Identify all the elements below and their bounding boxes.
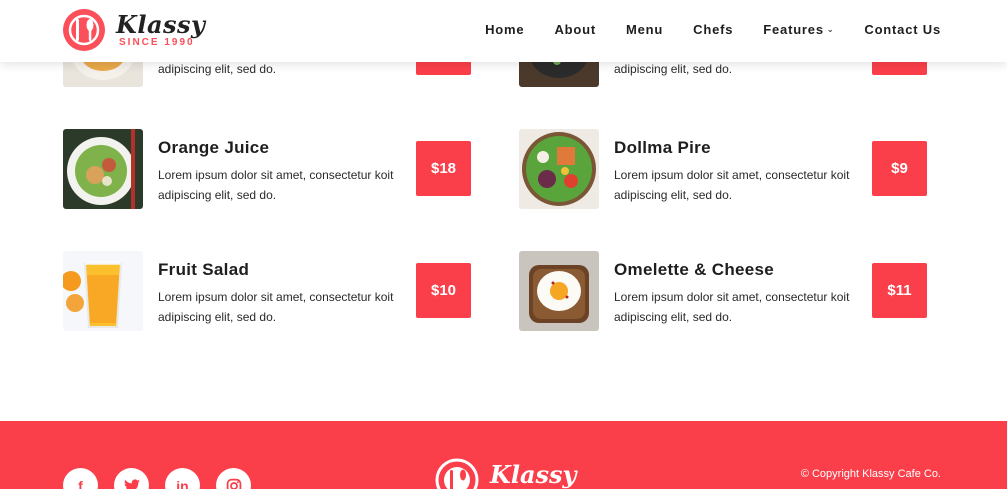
- dish-desc-line: adipiscing elit, sed do.: [158, 188, 277, 202]
- menu-item: Orange Juice Lorem ipsum dolor sit amet,…: [63, 129, 483, 209]
- dish-name: Orange Juice: [158, 138, 270, 157]
- brand-since: SINCE 1990: [119, 37, 195, 48]
- site-footer: f in Klassy © Copyright Klassy Cafe Co.: [0, 421, 1007, 489]
- nav-features-label: Features: [763, 22, 824, 37]
- dish-desc-line: Lorem ipsum dolor sit amet, consectetur …: [158, 168, 394, 182]
- nav-chefs[interactable]: Chefs: [693, 22, 733, 37]
- footer-logo-icon: [435, 458, 479, 489]
- dish-name: Omelette & Cheese: [614, 260, 775, 279]
- site-header: Klassy SINCE 1990 Home About Menu Chefs …: [0, 0, 1007, 62]
- price-badge: $11: [872, 263, 927, 318]
- dish-description: Lorem ipsum dolor sit amet, consectetur …: [614, 287, 854, 327]
- dish-description: Lorem ipsum dolor sit amet, consectetur …: [614, 165, 854, 205]
- menu-item: Omelette & Cheese Lorem ipsum dolor sit …: [519, 251, 939, 331]
- dish-desc-line: Lorem ipsum dolor sit amet, consectetur …: [614, 168, 850, 182]
- dish-image: [63, 251, 143, 331]
- footer-logo[interactable]: Klassy: [435, 458, 595, 489]
- price-badge: $9: [872, 141, 927, 196]
- nav-home-label: Home: [485, 22, 525, 37]
- menu-item: Fruit Salad Lorem ipsum dolor sit amet, …: [63, 251, 483, 331]
- dish-image: [519, 129, 599, 209]
- dish-desc-line: Lorem ipsum dolor sit amet, consectetur …: [614, 290, 850, 304]
- nav-menu-label: Menu: [625, 22, 664, 37]
- brand-logo-icon: [63, 9, 105, 51]
- menu-item: Dollma Pire Lorem ipsum dolor sit amet, …: [519, 129, 939, 209]
- dish-description: Lorem ipsum dolor sit amet, consectetur …: [158, 287, 398, 327]
- dish-desc-line: adipiscing elit, sed do.: [158, 310, 277, 324]
- dish-description: Lorem ipsum dolor sit amet, consectetur …: [158, 165, 398, 205]
- price-badge: $10: [416, 263, 471, 318]
- facebook-icon[interactable]: f: [63, 468, 98, 489]
- nav-about[interactable]: About: [554, 22, 596, 37]
- price-badge: $18: [416, 141, 471, 196]
- brand-logo[interactable]: Klassy SINCE 1990: [62, 6, 212, 54]
- main-nav: Home About Menu Chefs Features ⌄ Contact …: [455, 22, 941, 37]
- nav-features[interactable]: Features ⌄: [763, 22, 834, 37]
- nav-contact-us[interactable]: Contact Us: [864, 22, 941, 37]
- nav-menu[interactable]: Menu: [626, 22, 663, 37]
- footer-brand-name: Klassy: [490, 460, 577, 489]
- dish-name: Fruit Salad: [158, 260, 250, 279]
- linkedin-icon[interactable]: in: [165, 468, 200, 489]
- nav-chefs-label: Chefs: [693, 22, 734, 37]
- copyright-text: © Copyright Klassy Cafe Co.: [800, 468, 941, 480]
- partial-dish-desc-right: adipiscing elit, sed do.: [614, 62, 733, 76]
- chevron-down-icon: ⌄: [826, 25, 835, 34]
- social-links: f in: [63, 468, 251, 489]
- dish-name: Dollma Pire: [614, 138, 711, 157]
- dish-image: [63, 129, 143, 209]
- dish-desc-line: adipiscing elit, sed do.: [614, 188, 733, 202]
- dish-image: [519, 251, 599, 331]
- nav-about-label: About: [554, 22, 596, 37]
- nav-contact-label: Contact Us: [864, 22, 941, 37]
- brand-name: Klassy: [116, 10, 206, 39]
- nav-home[interactable]: Home: [485, 22, 524, 37]
- dish-desc-line: Lorem ipsum dolor sit amet, consectetur …: [158, 290, 394, 304]
- dish-desc-line: adipiscing elit, sed do.: [614, 310, 733, 324]
- twitter-icon[interactable]: [114, 468, 149, 489]
- instagram-icon[interactable]: [216, 468, 251, 489]
- partial-dish-desc-left: adipiscing elit, sed do.: [158, 62, 277, 76]
